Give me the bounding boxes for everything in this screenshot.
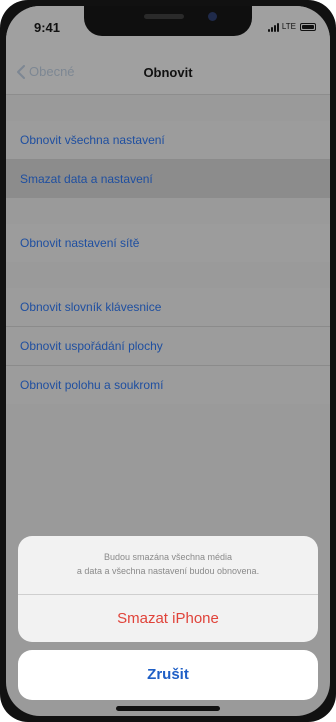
navigation-bar: Obecné Obnovit: [6, 50, 330, 95]
status-bar: 9:41 LTE: [6, 6, 330, 50]
home-indicator[interactable]: [116, 706, 220, 711]
action-sheet: Budou smazána všechna média a data a vše…: [18, 536, 318, 642]
phone-frame: 9:41 LTE Obecné Obnovit Obnovit všechna …: [0, 0, 336, 722]
reset-home-screen-layout-row[interactable]: Obnovit uspořádání plochy: [6, 327, 330, 366]
settings-list: Obnovit všechna nastavení Smazat data a …: [6, 95, 330, 404]
front-camera-icon: [208, 12, 217, 21]
action-sheet-message-line: Budou smazána všechna média: [103, 552, 233, 562]
screen: 9:41 LTE Obecné Obnovit Obnovit všechna …: [6, 6, 330, 716]
speaker-grille: [144, 14, 184, 19]
erase-iphone-button[interactable]: Smazat iPhone: [18, 595, 318, 642]
reset-network-settings-row[interactable]: Obnovit nastavení sítě: [6, 224, 330, 262]
cancel-button[interactable]: Zrušit: [18, 650, 318, 700]
action-sheet-message: Budou smazána všechna média a data a vše…: [18, 536, 318, 595]
network-type: LTE: [281, 22, 296, 31]
status-time: 9:41: [34, 20, 61, 35]
page-title: Obnovit: [143, 65, 193, 80]
notch: [84, 6, 252, 36]
reset-keyboard-dictionary-row[interactable]: Obnovit slovník klávesnice: [6, 288, 330, 327]
reset-location-privacy-row[interactable]: Obnovit polohu a soukromí: [6, 366, 330, 404]
battery-icon: [300, 23, 316, 31]
erase-content-settings-row[interactable]: Smazat data a nastavení: [6, 160, 330, 198]
reset-all-settings-row[interactable]: Obnovit všechna nastavení: [6, 121, 330, 160]
action-sheet-message-line: a data a všechna nastavení budou obnoven…: [76, 566, 260, 576]
signal-icon: [268, 22, 282, 32]
